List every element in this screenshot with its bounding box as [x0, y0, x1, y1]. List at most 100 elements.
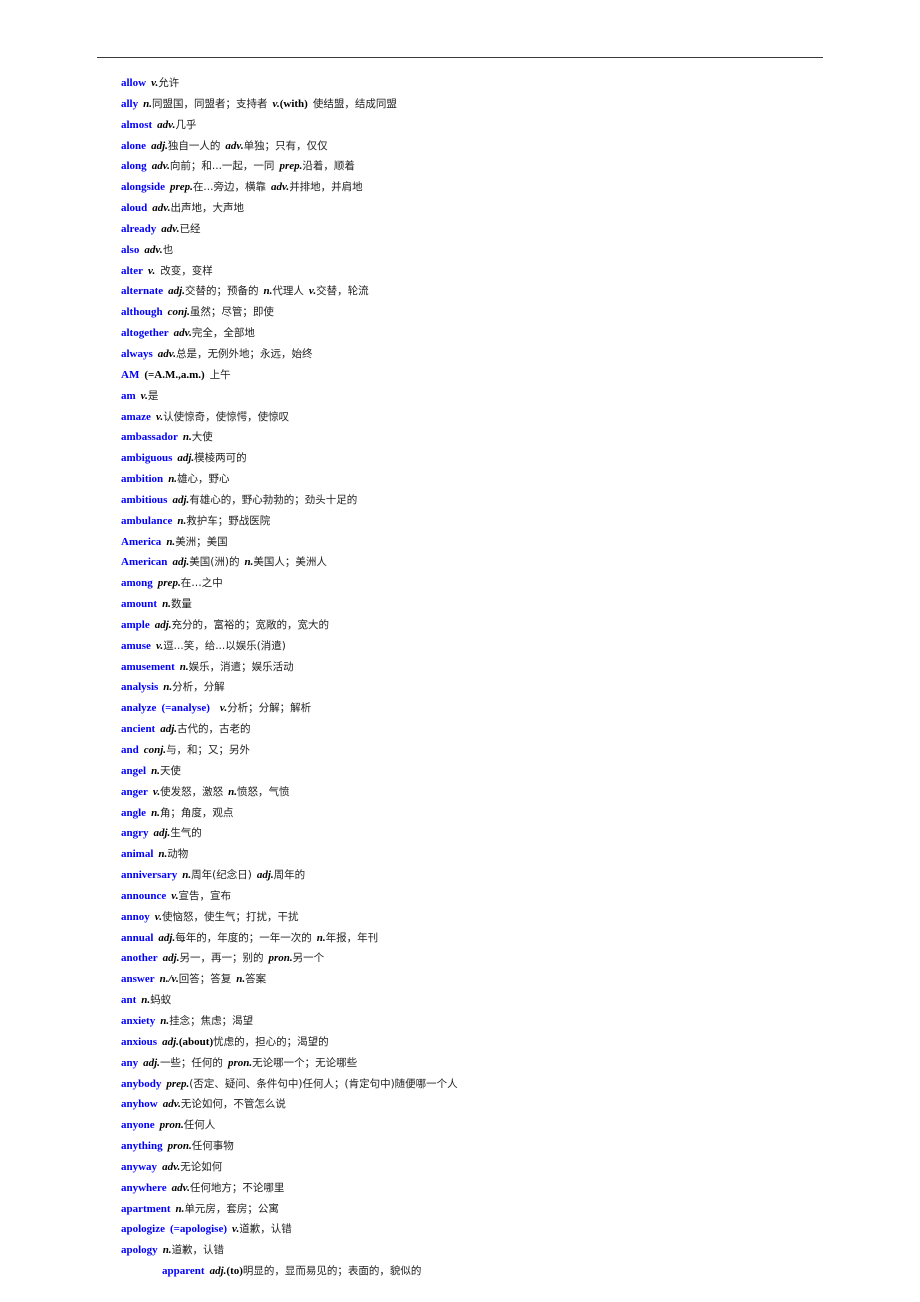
- definition: 答案: [245, 973, 267, 986]
- definition: 每年的，年度的；一年一次的: [175, 931, 312, 944]
- dictionary-entry: America n.美洲；美国: [121, 533, 458, 554]
- headword: allow: [121, 77, 147, 89]
- headword: ambiguous: [121, 452, 173, 465]
- part-of-speech: prep.: [166, 1077, 190, 1090]
- headword: America: [121, 535, 162, 548]
- part-of-speech: n.: [182, 869, 192, 882]
- headword: anybody: [121, 1077, 162, 1090]
- headword: apology: [121, 1244, 158, 1257]
- dictionary-entry: anything pron.任何事物: [121, 1137, 458, 1158]
- part-of-speech: adv.: [151, 160, 170, 173]
- part-of-speech: n.: [162, 598, 171, 611]
- definition: 宣告，宣布: [178, 889, 231, 902]
- definition: 蚂蚁: [150, 994, 172, 1007]
- dictionary-entry: ambition n.雄心，野心: [121, 470, 458, 491]
- headword: among: [121, 577, 153, 590]
- definition: 并排地，并肩地: [289, 181, 363, 194]
- dictionary-entry: apartment n.单元房，套房；公寓: [121, 1200, 458, 1221]
- definition: 美国人；美洲人: [253, 556, 327, 569]
- usage-note: (with): [279, 97, 308, 110]
- part-of-speech: n.: [151, 764, 160, 777]
- definition: 上午: [209, 368, 231, 381]
- definition: 沿着，顺着: [302, 160, 355, 173]
- headword: AM: [121, 368, 140, 381]
- dictionary-entry: and conj.与，和；又；另外: [121, 741, 458, 762]
- dictionary-entry: any adj.一些；任何的 pron.无论哪一个；无论哪些: [121, 1054, 458, 1075]
- definition: 天使: [159, 764, 181, 777]
- headword: anxious: [121, 1035, 158, 1048]
- vocabulary-list: allow v.允许 ally n.同盟国，同盟者；支持者 v.(with) 使结盟，结成…: [121, 74, 458, 1262]
- headword: analyze: [121, 702, 157, 715]
- dictionary-entry: ambassador n.大使: [121, 428, 458, 449]
- definition: 虽然；尽管；即使: [189, 306, 274, 319]
- part-of-speech: adj.: [143, 1056, 160, 1069]
- dictionary-entry: annoy v.使恼怒，使生气；打扰，干扰: [121, 908, 458, 929]
- part-of-speech: adv.: [157, 347, 177, 360]
- definition: 美洲；美国: [175, 535, 228, 548]
- dictionary-entry: animal n.动物: [121, 845, 458, 866]
- headword: annoy: [121, 910, 150, 923]
- usage-note: (to): [226, 1265, 243, 1277]
- definition: 一些；任何的: [159, 1056, 223, 1069]
- headword: always: [121, 347, 153, 360]
- headword: anger: [121, 785, 148, 798]
- part-of-speech: v.: [272, 97, 280, 110]
- footer-entry: apparent adj.(to)明显的，显而易见的；表面的，貌似的: [162, 1262, 421, 1283]
- headword: ambitious: [121, 493, 168, 506]
- headword: anything: [121, 1140, 163, 1153]
- dictionary-entry: anyone pron.任何人: [121, 1116, 458, 1137]
- part-of-speech: adj.: [158, 931, 176, 944]
- definition: 逗...笑，给...以娱乐(消遣): [163, 639, 286, 652]
- headword: amaze: [121, 410, 151, 423]
- headword: answer: [121, 973, 155, 986]
- part-of-speech: adj.: [154, 618, 172, 631]
- definition: 动物: [167, 848, 189, 861]
- definition: 在…之中: [180, 577, 223, 590]
- definition: 分析，分解: [172, 681, 225, 694]
- dictionary-entry: annual adj.每年的，年度的；一年一次的 n.年报，年刊: [121, 929, 458, 950]
- dictionary-entry: anger v.使发怒，激怒 n.愤怒，气愤: [121, 783, 458, 804]
- part-of-speech: adv.: [171, 1181, 190, 1194]
- dictionary-entry: am v.是: [121, 387, 458, 408]
- part-of-speech: adj.: [172, 493, 190, 506]
- dictionary-entry: alter v. 改变，变样: [121, 262, 458, 283]
- headword: almost: [121, 118, 153, 131]
- part-of-speech: adv.: [173, 327, 192, 340]
- definition: 交替的；预备的: [184, 285, 259, 298]
- part-of-speech: adj.: [162, 952, 180, 965]
- part-of-speech: n.: [236, 973, 246, 986]
- part-of-speech: n.: [158, 848, 168, 861]
- headword: and: [121, 744, 139, 756]
- definition: 救护车；野战医院: [186, 514, 271, 527]
- part-of-speech: adv.: [161, 222, 180, 235]
- headword: ant: [121, 994, 137, 1007]
- definition: 允许: [158, 77, 180, 89]
- part-of-speech: adv.: [144, 243, 163, 256]
- definition: 使发怒，激怒: [160, 785, 224, 798]
- part-of-speech: n.: [244, 556, 254, 569]
- dictionary-entry: alone adj.独自一人的 adv.单独；只有，仅仅: [121, 137, 458, 158]
- dictionary-entry: already adv.已经: [121, 220, 458, 241]
- definition: 独自一人的: [167, 139, 221, 152]
- definition: 改变，变样: [160, 264, 213, 277]
- dictionary-entry: anywhere adv.任何地方；不论哪里: [121, 1179, 458, 1200]
- headword: amusement: [121, 660, 175, 673]
- part-of-speech: adv.: [157, 118, 176, 131]
- dictionary-entry: AM (=A.M.,a.m.) 上午: [121, 366, 458, 387]
- part-of-speech: adj.: [177, 452, 195, 465]
- dictionary-entry: anybody prep.(否定、疑问、条件句中)任何人；(肯定句中)随便哪一个人: [121, 1075, 458, 1096]
- dictionary-entry: ancient adj.古代的，古老的: [121, 720, 458, 741]
- definition: 同盟国，同盟者；支持者: [152, 97, 268, 110]
- part-of-speech: conj.: [167, 306, 190, 319]
- part-of-speech: adj.: [153, 827, 171, 840]
- headword: ambassador: [121, 431, 178, 444]
- headword: anniversary: [121, 869, 178, 882]
- headword: any: [121, 1056, 139, 1069]
- dictionary-entry: alongside prep.在...旁边，横靠 adv.并排地，并肩地: [121, 178, 458, 199]
- headword: angle: [121, 806, 147, 819]
- definition: 娱乐，消遣；娱乐活动: [188, 660, 294, 673]
- headword: altogether: [121, 327, 169, 340]
- definition: 美国(洲)的: [189, 556, 240, 569]
- headword: anyway: [121, 1160, 158, 1173]
- part-of-speech: n.: [179, 660, 189, 673]
